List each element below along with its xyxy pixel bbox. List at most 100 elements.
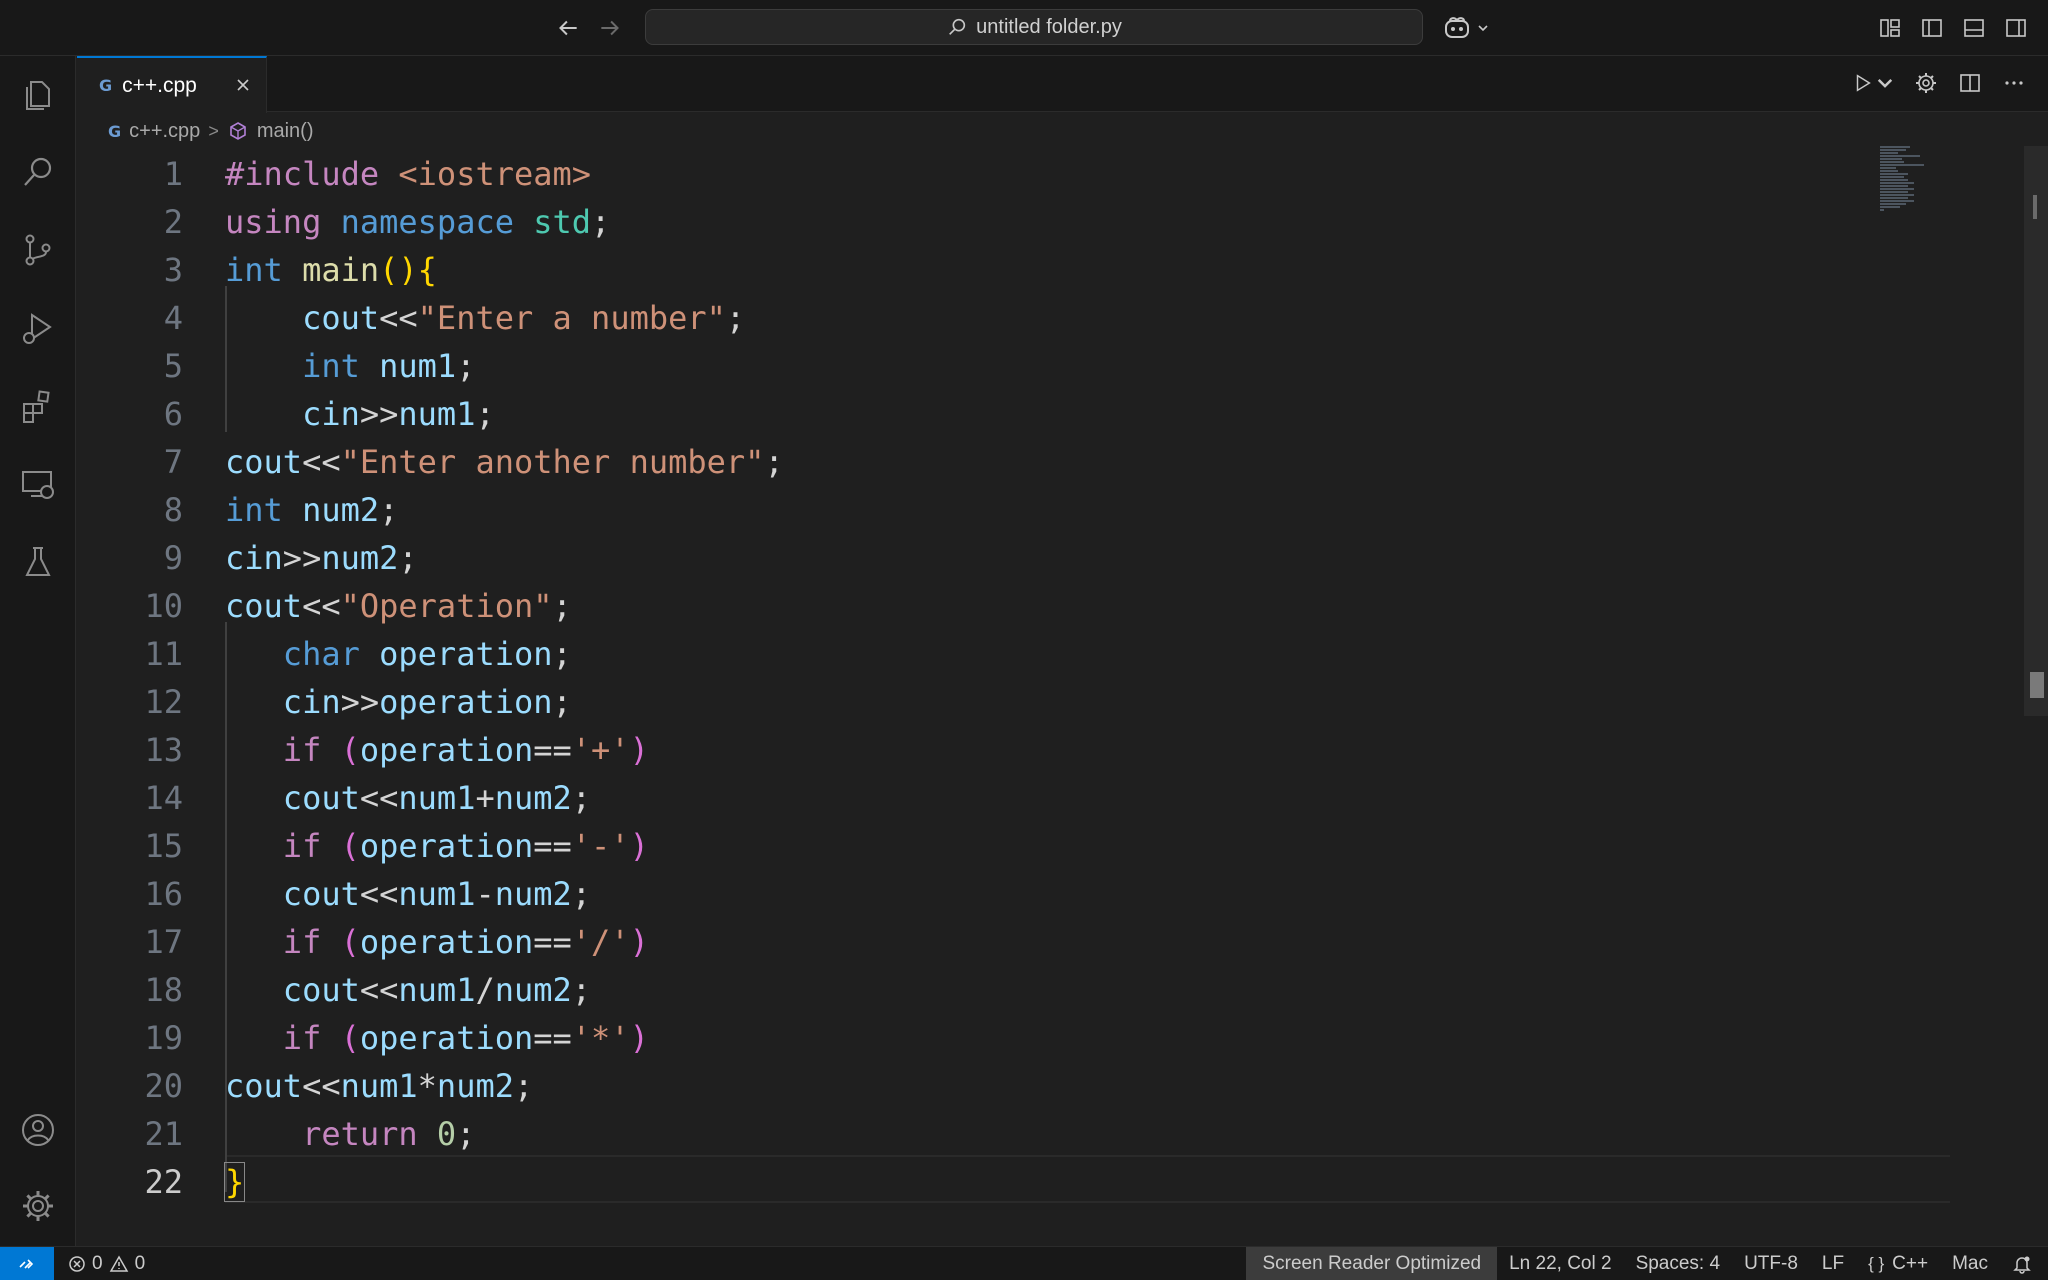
code-text: using namespace std; bbox=[225, 198, 610, 246]
back-arrow-icon[interactable] bbox=[552, 12, 584, 44]
copilot-menu-button[interactable] bbox=[1442, 12, 1490, 44]
code-line[interactable]: 11 char operation; bbox=[77, 630, 1877, 678]
line-number: 19 bbox=[144, 1019, 183, 1057]
forward-arrow-icon[interactable] bbox=[594, 12, 626, 44]
code-token: operation bbox=[359, 923, 534, 961]
testing-icon[interactable] bbox=[14, 538, 62, 586]
code-line[interactable]: 1 #include <iostream> bbox=[77, 150, 1877, 198]
minimap[interactable] bbox=[1880, 146, 1940, 216]
keymap-status[interactable]: Mac bbox=[1940, 1247, 2000, 1280]
breadcrumb-file[interactable]: c++.cpp bbox=[129, 120, 200, 143]
code-token: cin bbox=[302, 395, 360, 433]
code-line[interactable]: 12 cin>>operation; bbox=[77, 678, 1877, 726]
code-token: } bbox=[223, 1162, 246, 1202]
run-debug-icon[interactable] bbox=[14, 304, 62, 352]
code-line[interactable]: 7 cout<<"Enter another number"; bbox=[77, 438, 1877, 486]
settings-gear-icon[interactable] bbox=[14, 1182, 62, 1230]
warning-icon bbox=[109, 1255, 128, 1272]
account-icon[interactable] bbox=[14, 1106, 62, 1154]
more-actions-icon[interactable] bbox=[2000, 68, 2028, 98]
code-line[interactable]: 20 cout<<num1*num2; bbox=[77, 1062, 1877, 1110]
code-token: num1 bbox=[398, 779, 476, 817]
remote-explorer-icon[interactable] bbox=[14, 460, 62, 508]
code-line[interactable]: 8 int num2; bbox=[77, 486, 1877, 534]
code-editor[interactable]: 1 #include <iostream> 2 using namespace std… bbox=[77, 150, 2048, 1245]
copilot-icon bbox=[1445, 17, 1469, 38]
line-number: 2 bbox=[163, 203, 183, 241]
breadcrumb-separator: > bbox=[208, 120, 219, 141]
code-line[interactable]: 3 int main(){ bbox=[77, 246, 1877, 294]
cursor-position[interactable]: Ln 22, Col 2 bbox=[1497, 1247, 1623, 1280]
code-line[interactable]: 2 using namespace std; bbox=[77, 198, 1877, 246]
code-line[interactable]: 14 cout<<num1+num2; bbox=[77, 774, 1877, 822]
encoding-status[interactable]: UTF-8 bbox=[1732, 1247, 1810, 1280]
line-number: 6 bbox=[163, 395, 183, 433]
language-label: C++ bbox=[1892, 1253, 1929, 1274]
line-number: 1 bbox=[163, 155, 183, 193]
code-line[interactable]: 17 if (operation=='/') bbox=[77, 918, 1877, 966]
code-token: char bbox=[282, 635, 360, 673]
code-line[interactable]: 19 if (operation=='*') bbox=[77, 1014, 1877, 1062]
chevron-down-icon bbox=[1877, 78, 1893, 88]
notifications-icon[interactable] bbox=[2000, 1247, 2048, 1280]
split-editor-icon[interactable] bbox=[1956, 68, 1984, 98]
extensions-icon[interactable] bbox=[14, 382, 62, 430]
toggle-secondary-sidebar-icon[interactable] bbox=[2002, 14, 2030, 42]
code-line[interactable]: 13 if (operation=='+') bbox=[77, 726, 1877, 774]
code-text: if (operation=='*') bbox=[225, 1014, 649, 1062]
code-line[interactable]: 9 cin>>num2; bbox=[77, 534, 1877, 582]
code-line[interactable]: 6 cin>>num1; bbox=[77, 390, 1877, 438]
code-token: num2 bbox=[494, 779, 572, 817]
run-file-icon[interactable] bbox=[1852, 68, 1896, 98]
code-text: cout<<num1+num2; bbox=[225, 774, 591, 822]
code-line[interactable]: 22} bbox=[77, 1158, 1877, 1206]
vertical-scrollbar[interactable] bbox=[2024, 146, 2048, 716]
braces-icon: { } bbox=[1868, 1254, 1885, 1273]
command-center-search[interactable]: untitled folder.py bbox=[645, 9, 1423, 45]
problems-indicator[interactable]: 0 0 bbox=[68, 1247, 145, 1280]
code-line[interactable]: 16 cout<<num1-num2; bbox=[77, 870, 1877, 918]
language-mode[interactable]: { } C++ bbox=[1856, 1247, 1940, 1280]
source-control-icon[interactable] bbox=[14, 226, 62, 274]
code-token: 0 bbox=[436, 1115, 457, 1153]
customize-layout-icon[interactable] bbox=[1876, 14, 1904, 42]
code-token: '/' bbox=[571, 923, 630, 961]
code-line[interactable]: 15 if (operation=='-') bbox=[77, 822, 1877, 870]
code-token: #include bbox=[225, 155, 399, 193]
minimap-line bbox=[1880, 155, 1920, 157]
code-token: ; bbox=[398, 539, 418, 577]
breadcrumb-symbol[interactable]: main() bbox=[257, 120, 314, 143]
code-line[interactable]: 5 int num1; bbox=[77, 342, 1877, 390]
cpp-file-icon: G bbox=[108, 121, 122, 141]
scrollbar-thumb[interactable] bbox=[2030, 672, 2044, 698]
minimap-line bbox=[1880, 176, 1904, 178]
files-icon[interactable] bbox=[14, 70, 62, 118]
gear-icon[interactable] bbox=[1912, 68, 1940, 98]
code-token: ; bbox=[475, 395, 495, 433]
screen-reader-status[interactable]: Screen Reader Optimized bbox=[1246, 1247, 1498, 1280]
tab-cpp-file[interactable]: G c++.cpp bbox=[77, 56, 267, 113]
close-icon[interactable] bbox=[232, 74, 254, 96]
indentation-status[interactable]: Spaces: 4 bbox=[1624, 1247, 1733, 1280]
eol-status[interactable]: LF bbox=[1810, 1247, 1856, 1280]
title-bar: untitled folder.py bbox=[0, 0, 2048, 56]
code-text: cout<<"Operation"; bbox=[225, 582, 572, 630]
code-token: num1 bbox=[379, 347, 457, 385]
remote-indicator-icon[interactable] bbox=[0, 1247, 54, 1280]
toggle-primary-sidebar-icon[interactable] bbox=[1918, 14, 1946, 42]
toggle-panel-icon[interactable] bbox=[1960, 14, 1988, 42]
error-count: 0 bbox=[92, 1253, 103, 1274]
code-line[interactable]: 18 cout<<num1/num2; bbox=[77, 966, 1877, 1014]
code-token: int bbox=[302, 347, 360, 385]
code-line[interactable]: 21 return 0; bbox=[77, 1110, 1877, 1158]
code-token: num2 bbox=[494, 875, 572, 913]
code-text: if (operation=='-') bbox=[225, 822, 649, 870]
search-icon[interactable] bbox=[14, 148, 62, 196]
code-token: cin bbox=[225, 539, 283, 577]
code-token: ( bbox=[340, 923, 360, 961]
code-line[interactable]: 4 cout<<"Enter a number"; bbox=[77, 294, 1877, 342]
code-line[interactable]: 10 cout<<"Operation"; bbox=[77, 582, 1877, 630]
code-token: ; bbox=[513, 1067, 534, 1105]
